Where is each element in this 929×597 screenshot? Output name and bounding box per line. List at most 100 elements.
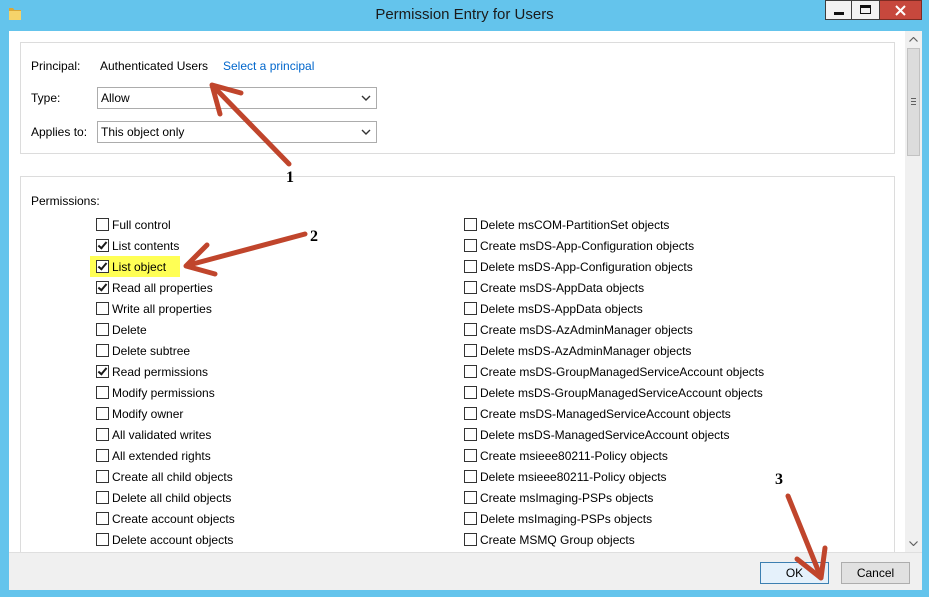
permission-item-delete[interactable]: Delete <box>90 319 161 340</box>
delete-msds-managedserviceaccount-objects-checkbox[interactable] <box>464 428 477 441</box>
create-msds-groupmanagedserviceaccount-objects-label: Create msDS-GroupManagedServiceAccount o… <box>480 364 765 379</box>
permission-item-all-validated-writes[interactable]: All validated writes <box>90 424 225 445</box>
select-principal-link[interactable]: Select a principal <box>223 59 314 73</box>
delete-msds-app-configuration-objects-label: Delete msDS-App-Configuration objects <box>480 259 693 274</box>
permission-item-create-msmq-group-objects[interactable]: Create MSMQ Group objects <box>458 529 649 550</box>
create-msds-appdata-objects-checkbox[interactable] <box>464 281 477 294</box>
permission-item-delete-msds-appdata-objects[interactable]: Delete msDS-AppData objects <box>458 298 657 319</box>
read-permissions-checkbox[interactable] <box>96 365 109 378</box>
delete-mscom-partitionset-objects-checkbox[interactable] <box>464 218 477 231</box>
create-msmq-group-objects-checkbox[interactable] <box>464 533 477 546</box>
minimize-button[interactable] <box>825 0 852 20</box>
permission-item-create-msds-groupmanagedserviceaccount-objects[interactable]: Create msDS-GroupManagedServiceAccount o… <box>458 361 778 382</box>
permission-item-create-all-child-objects[interactable]: Create all child objects <box>90 466 247 487</box>
delete-checkbox[interactable] <box>96 323 109 336</box>
maximize-button[interactable] <box>852 0 880 20</box>
delete-msds-groupmanagedserviceaccount-objects-label: Delete msDS-GroupManagedServiceAccount o… <box>480 385 763 400</box>
delete-msds-azadminmanager-objects-checkbox[interactable] <box>464 344 477 357</box>
read-all-properties-checkbox[interactable] <box>96 281 109 294</box>
permissions-section: Permissions: Full control List contents … <box>20 176 895 552</box>
scroll-up-button[interactable] <box>905 31 922 48</box>
delete-all-child-objects-label: Delete all child objects <box>112 490 232 505</box>
permission-item-delete-msds-groupmanagedserviceaccount-objects[interactable]: Delete msDS-GroupManagedServiceAccount o… <box>458 382 777 403</box>
delete-msds-groupmanagedserviceaccount-objects-checkbox[interactable] <box>464 386 477 399</box>
close-icon <box>895 5 906 16</box>
delete-all-child-objects-checkbox[interactable] <box>96 491 109 504</box>
create-all-child-objects-checkbox[interactable] <box>96 470 109 483</box>
permission-item-create-msimaging-psps-objects[interactable]: Create msImaging-PSPs objects <box>458 487 667 508</box>
type-dropdown[interactable]: Allow <box>97 87 377 109</box>
read-permissions-label: Read permissions <box>112 364 209 379</box>
delete-msds-appdata-objects-checkbox[interactable] <box>464 302 477 315</box>
permission-item-create-msds-appdata-objects[interactable]: Create msDS-AppData objects <box>458 277 658 298</box>
list-object-checkbox[interactable] <box>96 260 109 273</box>
permission-item-read-permissions[interactable]: Read permissions <box>90 361 222 382</box>
permission-item-delete-subtree[interactable]: Delete subtree <box>90 340 204 361</box>
delete-msds-app-configuration-objects-checkbox[interactable] <box>464 260 477 273</box>
full-control-checkbox[interactable] <box>96 218 109 231</box>
permission-item-delete-msieee80211-policy-objects[interactable]: Delete msieee80211-Policy objects <box>458 466 681 487</box>
permission-item-delete-msds-app-configuration-objects[interactable]: Delete msDS-App-Configuration objects <box>458 256 707 277</box>
scroll-down-button[interactable] <box>905 535 922 552</box>
delete-msieee80211-policy-objects-checkbox[interactable] <box>464 470 477 483</box>
permission-item-all-extended-rights[interactable]: All extended rights <box>90 445 225 466</box>
dialog-scroll-area: Principal: Authenticated Users Select a … <box>9 31 905 552</box>
title-bar[interactable]: Permission Entry for Users <box>0 0 929 31</box>
permission-item-list-contents[interactable]: List contents <box>90 235 193 256</box>
create-msieee80211-policy-objects-checkbox[interactable] <box>464 449 477 462</box>
create-msds-groupmanagedserviceaccount-objects-checkbox[interactable] <box>464 365 477 378</box>
create-msimaging-psps-objects-checkbox[interactable] <box>464 491 477 504</box>
permission-item-full-control[interactable]: Full control <box>90 214 185 235</box>
create-msds-azadminmanager-objects-checkbox[interactable] <box>464 323 477 336</box>
all-validated-writes-checkbox[interactable] <box>96 428 109 441</box>
write-all-properties-label: Write all properties <box>112 301 212 316</box>
create-msds-managedserviceaccount-objects-checkbox[interactable] <box>464 407 477 420</box>
delete-msds-azadminmanager-objects-label: Delete msDS-AzAdminManager objects <box>480 343 692 358</box>
scrollbar-thumb[interactable] <box>907 48 920 156</box>
modify-permissions-label: Modify permissions <box>112 385 215 400</box>
create-msds-managedserviceaccount-objects-label: Create msDS-ManagedServiceAccount object… <box>480 406 731 421</box>
permission-item-delete-msds-azadminmanager-objects[interactable]: Delete msDS-AzAdminManager objects <box>458 340 705 361</box>
permission-item-create-msds-azadminmanager-objects[interactable]: Create msDS-AzAdminManager objects <box>458 319 707 340</box>
permission-item-modify-owner[interactable]: Modify owner <box>90 403 197 424</box>
annotation-number-3: 3 <box>775 471 783 488</box>
modify-permissions-checkbox[interactable] <box>96 386 109 399</box>
delete-msds-appdata-objects-label: Delete msDS-AppData objects <box>480 301 643 316</box>
annotation-number-1: 1 <box>286 169 294 186</box>
permission-item-delete-mscom-partitionset-objects[interactable]: Delete msCOM-PartitionSet objects <box>458 214 683 235</box>
all-extended-rights-checkbox[interactable] <box>96 449 109 462</box>
ok-button[interactable]: OK <box>760 562 829 584</box>
type-dropdown-value: Allow <box>101 91 130 105</box>
create-account-objects-checkbox[interactable] <box>96 512 109 525</box>
cancel-button[interactable]: Cancel <box>841 562 910 584</box>
permission-item-create-msieee80211-policy-objects[interactable]: Create msieee80211-Policy objects <box>458 445 682 466</box>
delete-msimaging-psps-objects-checkbox[interactable] <box>464 512 477 525</box>
list-contents-checkbox[interactable] <box>96 239 109 252</box>
full-control-label: Full control <box>112 217 171 232</box>
write-all-properties-checkbox[interactable] <box>96 302 109 315</box>
permission-item-read-all-properties[interactable]: Read all properties <box>90 277 227 298</box>
delete-subtree-checkbox[interactable] <box>96 344 109 357</box>
delete-account-objects-checkbox[interactable] <box>96 533 109 546</box>
modify-owner-checkbox[interactable] <box>96 407 109 420</box>
permission-item-delete-msimaging-psps-objects[interactable]: Delete msImaging-PSPs objects <box>458 508 666 529</box>
principal-value: Authenticated Users <box>100 59 209 73</box>
permission-item-delete-all-child-objects[interactable]: Delete all child objects <box>90 487 245 508</box>
chevron-down-icon <box>361 95 371 101</box>
permission-item-list-object[interactable]: List object <box>90 256 181 277</box>
permission-item-create-msds-managedserviceaccount-objects[interactable]: Create msDS-ManagedServiceAccount object… <box>458 403 745 424</box>
permission-item-delete-account-objects[interactable]: Delete account objects <box>90 529 247 550</box>
permission-item-delete-msds-managedserviceaccount-objects[interactable]: Delete msDS-ManagedServiceAccount object… <box>458 424 743 445</box>
permission-item-create-account-objects[interactable]: Create account objects <box>90 508 249 529</box>
principal-label: Principal: <box>31 59 81 73</box>
vertical-scrollbar[interactable] <box>905 31 922 552</box>
delete-label: Delete <box>112 322 147 337</box>
create-msds-app-configuration-objects-checkbox[interactable] <box>464 239 477 252</box>
permission-item-create-msds-app-configuration-objects[interactable]: Create msDS-App-Configuration objects <box>458 235 708 256</box>
close-button[interactable] <box>880 0 922 20</box>
permission-item-write-all-properties[interactable]: Write all properties <box>90 298 226 319</box>
permission-item-modify-permissions[interactable]: Modify permissions <box>90 382 229 403</box>
delete-mscom-partitionset-objects-label: Delete msCOM-PartitionSet objects <box>480 217 670 232</box>
read-all-properties-label: Read all properties <box>112 280 213 295</box>
applies-to-dropdown[interactable]: This object only <box>97 121 377 143</box>
